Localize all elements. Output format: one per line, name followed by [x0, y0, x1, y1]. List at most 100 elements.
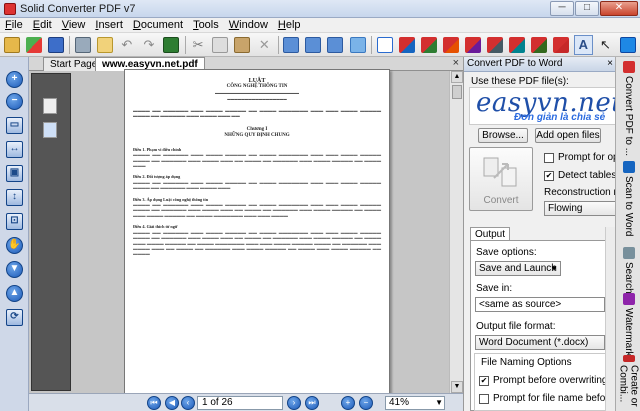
checkbox-unchecked-icon: [544, 152, 554, 163]
cut-icon[interactable]: ✂: [189, 35, 208, 55]
previous-page-icon[interactable]: ◀: [165, 396, 179, 410]
menu-edit[interactable]: Edit: [28, 19, 57, 31]
menu-tools[interactable]: Tools: [188, 19, 224, 31]
checklist-icon[interactable]: [375, 35, 394, 55]
save-options-select[interactable]: Save and Launch ▼: [475, 261, 561, 276]
email-icon[interactable]: [95, 35, 114, 55]
actual-size-icon[interactable]: ▣: [6, 165, 23, 182]
zoom-in-nav-icon[interactable]: +: [341, 396, 355, 410]
close-tab-icon[interactable]: ×: [453, 57, 459, 70]
first-page-icon[interactable]: ⏮: [147, 396, 161, 410]
menu-help[interactable]: Help: [273, 19, 306, 31]
save-in-value: <same as source>: [479, 299, 562, 310]
add-open-files-button[interactable]: Add open files: [535, 128, 601, 143]
convert-panel: Convert PDF to Word × Use these PDF file…: [463, 57, 615, 411]
hand-tool-icon[interactable]: ✋: [6, 237, 23, 254]
sidetab-create-label: Create or Combi...: [617, 364, 640, 407]
bookmarks-icon[interactable]: [43, 122, 57, 138]
menu-view[interactable]: View: [57, 19, 91, 31]
reconstruction-select[interactable]: Flowing: [544, 201, 615, 216]
text-select-icon[interactable]: A: [573, 34, 593, 55]
prev-page-icon[interactable]: ▲: [6, 285, 23, 302]
sidetab-create-combine[interactable]: Create or Combi...: [617, 355, 640, 411]
pdf-to-html-icon[interactable]: [463, 35, 482, 55]
output-format-select[interactable]: Word Document (*.docx): [475, 335, 605, 350]
search-icon: [622, 247, 635, 259]
minimize-button[interactable]: ─: [550, 1, 574, 16]
next-page-nav-icon[interactable]: ›: [287, 396, 301, 410]
delete-icon[interactable]: ✕: [255, 35, 274, 55]
save-icon[interactable]: [46, 35, 65, 55]
zoom-select[interactable]: 41% ▼: [385, 396, 445, 410]
rotate-icon[interactable]: ⟳: [6, 309, 23, 326]
scroll-up-icon[interactable]: ▲: [451, 71, 463, 83]
zoom-out-nav-icon[interactable]: −: [359, 396, 373, 410]
close-button[interactable]: ✕: [600, 1, 638, 16]
menu-window[interactable]: Window: [224, 19, 273, 31]
continuous-icon[interactable]: [326, 35, 345, 55]
pdf-to-csv-icon[interactable]: [530, 35, 549, 55]
pdf-to-excel-icon[interactable]: [419, 35, 438, 55]
checkbox-checked-icon: ✔: [544, 170, 554, 181]
zoom-box-icon[interactable]: ⊡: [6, 213, 23, 230]
fit-height-icon[interactable]: ↕: [6, 189, 23, 206]
convert-button[interactable]: Convert: [469, 147, 533, 211]
open-folder-icon[interactable]: [2, 35, 21, 55]
sidetab-scan-to-word[interactable]: Scan to Word: [618, 161, 639, 236]
prompt-options-checkbox[interactable]: Prompt for options: [544, 152, 615, 163]
detect-tables-checkbox[interactable]: ✔ Detect tables: [544, 170, 615, 181]
zoom-out-icon[interactable]: −: [6, 93, 23, 110]
fit-width-icon[interactable]: ↔: [6, 141, 23, 158]
pages-icon[interactable]: [43, 98, 57, 114]
page-prev-small-icon[interactable]: ‹: [181, 396, 195, 410]
tab-output[interactable]: Output: [470, 227, 510, 241]
page-number-field[interactable]: 1 of 26: [197, 396, 283, 410]
zoom-in-icon[interactable]: +: [6, 71, 23, 88]
paste-icon[interactable]: [233, 35, 252, 55]
sidetab-search[interactable]: Search: [618, 247, 639, 294]
pointer-icon[interactable]: ↖: [596, 35, 615, 55]
browse-button[interactable]: Browse...: [478, 128, 528, 143]
pdf-to-pdfa-icon[interactable]: [552, 35, 571, 55]
convert-label: Convert: [483, 195, 519, 206]
two-page-icon[interactable]: [304, 35, 323, 55]
prompt-filename-checkbox[interactable]: Prompt for file name before saving: [479, 393, 615, 404]
prompt-overwrite-checkbox[interactable]: ✔ Prompt before overwriting: [479, 375, 608, 386]
menu-file[interactable]: File: [0, 19, 28, 31]
undo-icon[interactable]: ↶: [117, 35, 136, 55]
combine-icon: [622, 355, 635, 362]
sidetab-search-label: Search: [623, 262, 634, 294]
scroll-thumb[interactable]: [452, 85, 462, 99]
fit-page-icon[interactable]: ▭: [6, 117, 23, 134]
menu-document[interactable]: Document: [128, 19, 188, 31]
save-in-field[interactable]: <same as source>: [475, 297, 605, 312]
sidetab-convert-pdf[interactable]: Convert PDF to ...: [618, 61, 639, 156]
panel-close-icon[interactable]: ×: [607, 57, 613, 71]
window-title: Solid Converter PDF v7: [20, 2, 136, 15]
sidetab-watermarks[interactable]: Watermarks: [618, 293, 639, 362]
maximize-button[interactable]: □: [575, 1, 599, 16]
pdf-to-text-icon[interactable]: [485, 35, 504, 55]
redo-icon[interactable]: ↷: [139, 35, 158, 55]
document-scrollbar[interactable]: ▲ ▼: [449, 71, 463, 393]
scanner-icon: [622, 161, 635, 173]
save-in-label: Save in:: [476, 283, 513, 294]
pdf-to-image-icon[interactable]: [508, 35, 527, 55]
prompt-filename-label: Prompt for file name before saving: [493, 393, 615, 404]
convert-file-icon[interactable]: [24, 35, 43, 55]
menu-insert[interactable]: Insert: [90, 19, 128, 31]
file-list[interactable]: easyvn.net Đơn giản là chia sẻ: [469, 87, 615, 125]
highlight-icon[interactable]: [348, 35, 367, 55]
select-all-icon[interactable]: [162, 35, 181, 55]
panel-scrollbar[interactable]: [605, 227, 615, 411]
scroll-down-icon[interactable]: ▼: [451, 381, 463, 393]
pdf-to-ppt-icon[interactable]: [441, 35, 460, 55]
copy-icon[interactable]: [211, 35, 230, 55]
snapshot-icon[interactable]: [618, 35, 637, 55]
save-options-value: Save and Launch: [479, 263, 557, 274]
single-page-icon[interactable]: [282, 35, 301, 55]
pdf-to-word-icon[interactable]: [397, 35, 416, 55]
print-icon[interactable]: [73, 35, 92, 55]
next-page-icon[interactable]: ▼: [6, 261, 23, 278]
last-page-icon[interactable]: ⏭: [305, 396, 319, 410]
